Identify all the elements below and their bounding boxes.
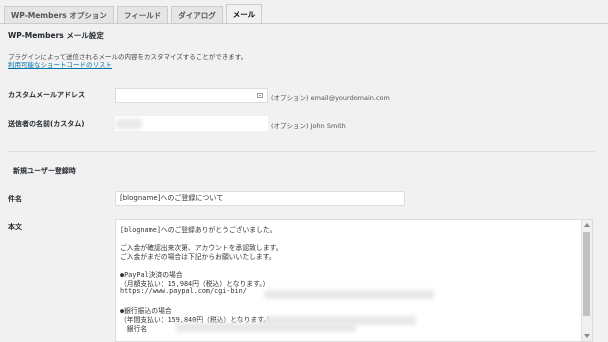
body-line: https://www.paypal.com/cgi-bin/ — [120, 287, 247, 295]
section-divider — [8, 151, 595, 152]
tab-wp-members-options[interactable]: WP-Members オプション — [4, 6, 114, 23]
page-heading: WP-Members メール設定 — [8, 31, 104, 40]
body-line: [blogname]へのご登録ありがとうございました。 — [120, 226, 277, 234]
sender-name-hint: (オプション) John Smith — [271, 122, 346, 130]
tab-dialogs[interactable]: ダイアログ — [171, 6, 223, 23]
body-line: ご入金がまだの場合は下記からお願いいたします。 — [120, 253, 276, 261]
body-line: 銀行名 — [120, 325, 148, 333]
shortcode-list-link[interactable]: 利用可能なショートコードのリスト — [8, 59, 112, 69]
custom-address-hint: (オプション) email@yourdomain.com — [271, 94, 390, 102]
scroll-up-icon[interactable] — [584, 223, 590, 227]
redacted-url — [264, 290, 434, 299]
contact-card-icon — [257, 93, 263, 98]
body-scrollbar[interactable] — [581, 220, 592, 341]
settings-tabs: WP-Members オプション フィールド ダイアログ メール — [4, 4, 265, 23]
scroll-down-icon[interactable] — [584, 334, 590, 338]
subject-label: 件名 — [8, 195, 22, 203]
redacted-sender-name — [116, 119, 142, 129]
custom-address-input[interactable] — [115, 88, 268, 103]
tab-fields[interactable]: フィールド — [116, 6, 169, 23]
tab-email[interactable]: メール — [225, 4, 263, 23]
body-textarea[interactable]: [blogname]へのご登録ありがとうございました。 ご入金が確認出来次第、ア… — [115, 219, 593, 342]
custom-address-label: カスタムメールアドレス — [8, 91, 85, 99]
scrollbar-thumb[interactable] — [583, 232, 590, 316]
sender-name-label: 送信者の名前(カスタム) — [8, 120, 85, 128]
tab-divider — [0, 23, 608, 24]
subject-input[interactable]: [blogname]へのご登録について — [115, 191, 405, 206]
section-new-user-registration: 新規ユーザー登録時 — [13, 167, 76, 175]
sender-name-input[interactable] — [115, 116, 268, 131]
body-label: 本文 — [8, 223, 22, 231]
redacted-bank — [176, 323, 356, 332]
